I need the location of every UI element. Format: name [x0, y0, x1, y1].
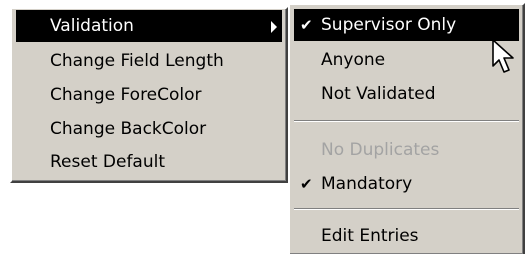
menu-item-label: Reset Default — [50, 152, 166, 172]
menu-item-label: Mandatory — [321, 174, 413, 194]
menu-item-change-field-length[interactable]: Change Field Length — [16, 45, 282, 77]
menu-item-label: Change ForeColor — [50, 85, 202, 105]
menu-item-label: Supervisor Only — [321, 15, 457, 35]
submenu-item-supervisor-only[interactable]: ✔ Supervisor Only — [294, 9, 519, 41]
checkmark-icon: ✔ — [300, 175, 313, 193]
submenu-arrow-icon — [271, 21, 277, 33]
submenu-item-mandatory[interactable]: ✔ Mandatory — [294, 168, 519, 200]
context-menu: Validation Change Field Length Change Fo… — [10, 7, 288, 183]
menu-item-reset-default[interactable]: Reset Default — [16, 146, 282, 178]
submenu-item-not-validated[interactable]: Not Validated — [294, 78, 519, 110]
checkmark-icon: ✔ — [300, 16, 313, 34]
menu-separator — [294, 120, 519, 122]
menu-item-label: Change Field Length — [50, 51, 224, 71]
menu-item-label: Edit Entries — [321, 226, 419, 246]
submenu-item-no-duplicates: No Duplicates — [294, 134, 519, 166]
validation-submenu: ✔ Supervisor Only Anyone Not Validated N… — [288, 3, 525, 254]
menu-item-label: Change BackColor — [50, 119, 207, 139]
menu-item-label: Anyone — [321, 50, 386, 70]
submenu-item-edit-entries[interactable]: Edit Entries — [294, 220, 519, 252]
menu-item-validation[interactable]: Validation — [16, 10, 282, 42]
submenu-item-anyone[interactable]: Anyone — [294, 44, 519, 76]
arrow-cursor-icon — [492, 39, 514, 73]
menu-item-change-forecolor[interactable]: Change ForeColor — [16, 79, 282, 111]
menu-item-label: No Duplicates — [321, 140, 440, 160]
menu-item-label: Validation — [50, 16, 134, 36]
menu-separator — [294, 208, 519, 210]
menu-item-label: Not Validated — [321, 84, 436, 104]
menu-item-change-backcolor[interactable]: Change BackColor — [16, 113, 282, 145]
